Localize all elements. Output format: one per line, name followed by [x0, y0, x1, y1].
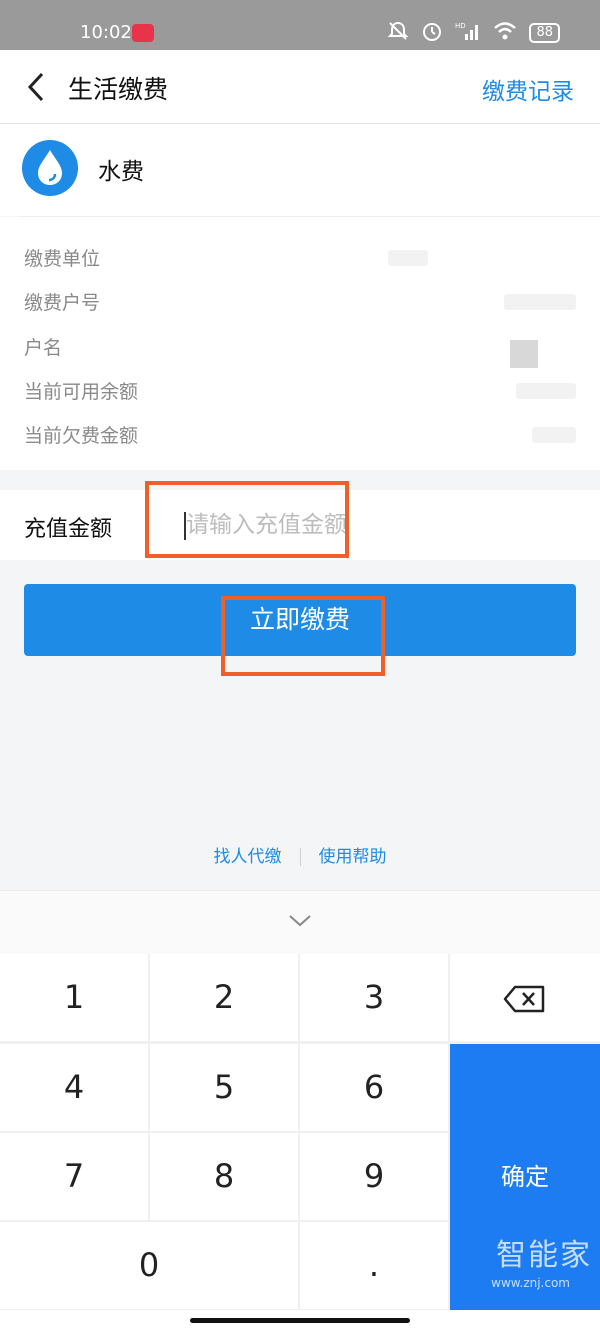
home-indicator[interactable] [190, 1318, 410, 1323]
page-title: 生活缴费 [68, 75, 169, 104]
payment-records-link[interactable]: 缴费记录 [482, 72, 574, 106]
key-0[interactable]: 0 [0, 1222, 298, 1309]
key-4[interactable]: 4 [0, 1044, 148, 1131]
back-arrow-icon[interactable] [22, 70, 50, 104]
highlight-box-input [145, 481, 349, 558]
blurred-value [510, 340, 538, 368]
network-label: HD [455, 22, 466, 30]
chevron-down-icon[interactable] [286, 911, 314, 931]
watermark-url: www.znj.com [491, 1276, 570, 1290]
highlight-box-button [221, 596, 385, 676]
backspace-key[interactable] [450, 954, 600, 1041]
info-label-name: 户名 [24, 337, 63, 359]
signal-icon: HD [455, 21, 481, 45]
footer-links: 找人代缴 使用帮助 [0, 842, 600, 867]
key-1[interactable]: 1 [0, 954, 148, 1041]
status-time: 10:02 [80, 22, 132, 43]
blurred-value [388, 250, 428, 266]
help-link[interactable]: 使用帮助 [319, 847, 387, 867]
link-separator [299, 848, 301, 866]
blurred-value [532, 427, 576, 443]
key-6[interactable]: 6 [300, 1044, 448, 1131]
info-label-arrears: 当前欠费金额 [24, 425, 139, 447]
key-8[interactable]: 8 [150, 1133, 298, 1220]
key-5[interactable]: 5 [150, 1044, 298, 1131]
amount-label: 充值金额 [24, 517, 113, 542]
proxy-pay-link[interactable]: 找人代缴 [214, 847, 282, 867]
backspace-icon [503, 985, 545, 1013]
key-dot[interactable]: . [300, 1222, 448, 1309]
biller-name: 水费 [98, 159, 144, 185]
header: 生活缴费 缴费记录 [0, 50, 600, 124]
notification-app-icon [132, 24, 154, 42]
keyboard-toolbar [0, 890, 600, 954]
biller-card: 水费 [0, 124, 600, 216]
key-7[interactable]: 7 [0, 1133, 148, 1220]
water-drop-icon [22, 140, 78, 196]
status-bar: 10:02 HD 88 [0, 0, 600, 50]
key-2[interactable]: 2 [150, 954, 298, 1041]
watermark-logo: 智能家 [496, 1238, 592, 1273]
alarm-icon [421, 20, 443, 46]
wifi-icon [493, 21, 517, 45]
key-3[interactable]: 3 [300, 954, 448, 1041]
blurred-value [516, 383, 576, 399]
bill-info: 缴费单位 缴费户号 户名 当前可用余额 当前欠费金额 [0, 217, 600, 470]
blurred-value [504, 294, 576, 310]
mute-icon [387, 21, 409, 45]
battery-indicator: 88 [529, 23, 560, 43]
info-label-unit: 缴费单位 [24, 248, 101, 270]
info-label-account: 缴费户号 [24, 292, 101, 314]
numeric-keypad: 1 2 3 4 5 6 7 8 9 0 . 确定 智能家 www.znj.com [0, 954, 600, 1310]
info-label-balance: 当前可用余额 [24, 381, 139, 403]
key-9[interactable]: 9 [300, 1133, 448, 1220]
status-icons: HD 88 [387, 20, 560, 46]
